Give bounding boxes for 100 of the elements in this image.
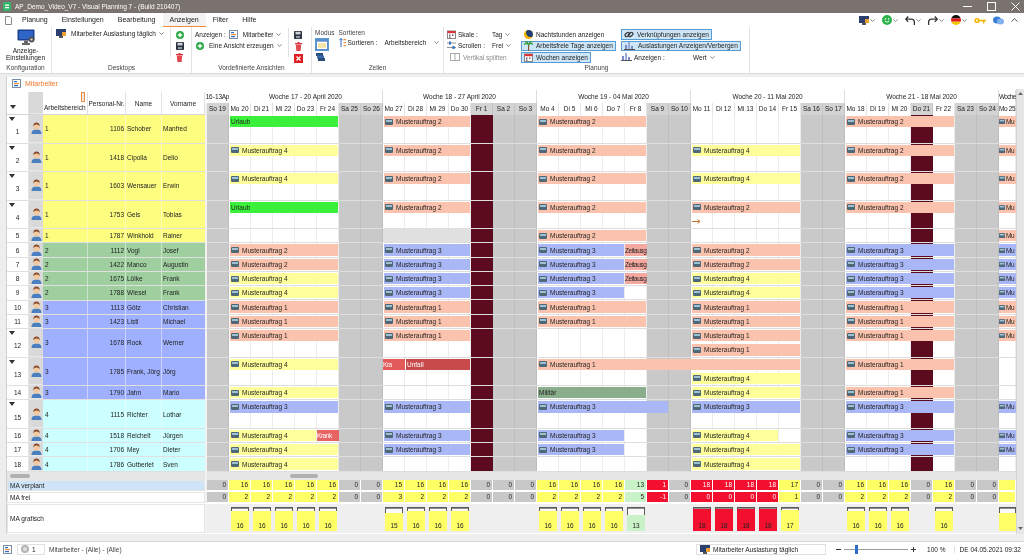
task-icon <box>539 432 547 439</box>
flag-icon[interactable] <box>951 15 961 25</box>
task-icon <box>231 275 239 282</box>
task-icon <box>231 361 239 368</box>
task-icon <box>693 175 701 182</box>
trash-icon[interactable] <box>176 53 184 62</box>
task-icon <box>999 404 1005 410</box>
scroll-up-icon[interactable] <box>1018 92 1023 95</box>
scroll-down-icon[interactable] <box>1018 527 1023 530</box>
monitor-icon[interactable] <box>859 15 869 25</box>
triangle-down-icon[interactable] <box>9 359 15 364</box>
task-icon <box>539 175 547 182</box>
person-icon <box>30 150 42 163</box>
task-icon <box>999 432 1005 438</box>
task-icon <box>847 147 855 154</box>
document-icon[interactable] <box>5 15 12 25</box>
scrollbar-thumb[interactable] <box>10 474 30 478</box>
caret-icon <box>939 18 944 22</box>
person-icon <box>30 457 42 470</box>
person-icon <box>30 364 42 377</box>
task-icon <box>999 290 1005 296</box>
task-icon <box>693 432 701 439</box>
task-icon <box>999 119 1005 125</box>
chart-icon <box>621 53 632 62</box>
person-icon <box>30 300 42 313</box>
trash-icon[interactable] <box>294 42 302 51</box>
task-icon <box>539 446 547 453</box>
triangle-down-icon[interactable] <box>9 331 15 336</box>
table-icon[interactable] <box>3 544 12 554</box>
task-icon <box>693 389 701 396</box>
task-icon <box>847 446 855 453</box>
mode-button[interactable] <box>315 51 326 62</box>
person-icon <box>30 229 42 242</box>
app-icon <box>3 2 11 11</box>
task-icon <box>693 289 701 296</box>
task-icon <box>693 446 701 453</box>
monitor-icon <box>56 28 66 38</box>
caret-icon <box>916 18 921 22</box>
caret-icon <box>276 32 282 36</box>
split-icon <box>450 53 460 62</box>
chevron-up-icon[interactable] <box>1011 18 1018 22</box>
smiley-icon[interactable] <box>882 15 892 25</box>
task-icon <box>539 361 547 368</box>
task-icon <box>693 304 701 311</box>
scrollbar-track[interactable] <box>7 472 205 480</box>
task-icon <box>999 247 1005 253</box>
zoom-slider-thumb[interactable] <box>854 544 858 554</box>
arrow-icon <box>692 219 701 225</box>
cross-icon[interactable] <box>293 54 303 63</box>
task-icon <box>539 275 547 282</box>
triangle-down-icon[interactable] <box>9 174 15 179</box>
sort-icon <box>338 38 346 48</box>
task-icon <box>385 304 393 311</box>
triangle-down-icon[interactable] <box>9 145 15 150</box>
person-icon <box>30 443 42 456</box>
vertical-scrollbar[interactable] <box>1016 89 1024 534</box>
task-icon <box>231 332 239 339</box>
person-icon <box>30 286 42 299</box>
task-icon <box>385 247 393 253</box>
triangle-down-icon[interactable] <box>9 117 15 121</box>
task-icon <box>385 318 393 325</box>
task-icon <box>693 346 701 353</box>
scrollbar-track[interactable] <box>207 472 1016 480</box>
caret-icon <box>276 44 282 48</box>
task-icon <box>999 447 1005 453</box>
task-icon <box>539 403 547 410</box>
task-icon <box>999 176 1005 182</box>
caret-icon <box>505 32 511 36</box>
task-icon <box>847 389 855 396</box>
task-icon <box>693 204 701 211</box>
task-icon <box>999 204 1005 210</box>
redo-icon[interactable] <box>928 15 938 25</box>
minus-icon[interactable] <box>836 548 842 550</box>
maximize-icon[interactable] <box>987 2 996 11</box>
monitor-icon <box>700 544 711 554</box>
scrollbar-thumb[interactable] <box>290 474 318 478</box>
triangle-down-icon[interactable] <box>9 402 15 407</box>
caret-icon <box>709 55 715 59</box>
chat-icon[interactable] <box>993 15 1004 25</box>
person-icon <box>30 207 42 220</box>
caret-icon <box>158 31 164 35</box>
person-icon <box>30 314 42 327</box>
triangle-down-icon[interactable] <box>10 105 16 109</box>
task-icon <box>999 304 1005 310</box>
save-icon[interactable] <box>294 31 303 39</box>
task-icon <box>385 289 393 296</box>
window-icon <box>316 38 328 50</box>
task-icon <box>693 332 701 339</box>
save-icon[interactable] <box>175 42 184 50</box>
plus-icon[interactable] <box>911 546 917 552</box>
task-icon <box>385 446 393 453</box>
person-icon <box>30 272 42 285</box>
task-icon <box>847 118 855 125</box>
task-icon <box>847 361 855 368</box>
task-icon <box>847 332 855 339</box>
close-icon[interactable] <box>1011 2 1020 11</box>
triangle-down-icon[interactable] <box>9 202 15 207</box>
plus-circle-icon <box>196 41 204 50</box>
task-icon <box>999 333 1005 339</box>
undo-icon[interactable] <box>905 15 915 25</box>
